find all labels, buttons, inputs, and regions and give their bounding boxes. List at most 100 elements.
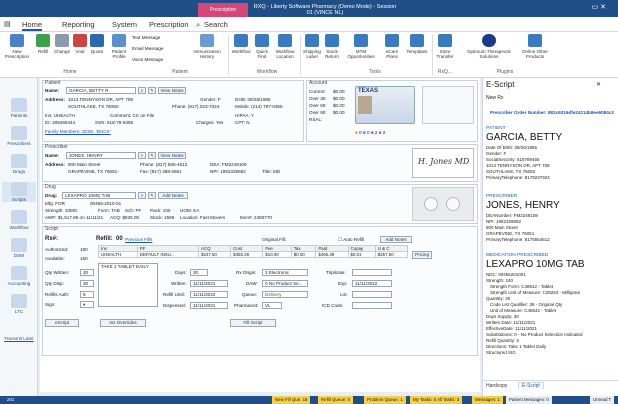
templates-button[interactable]: Templates: [404, 34, 430, 54]
voice-message-button[interactable]: Voice Message: [132, 57, 163, 62]
status-refill[interactable]: Refill Queue: 0: [318, 396, 354, 404]
nav-patients[interactable]: Patients: [2, 98, 36, 118]
transmit-later-link[interactable]: Transmit Later: [2, 336, 36, 341]
pill-icon: [11, 154, 27, 168]
workflow-button[interactable]: Workflow: [230, 34, 252, 54]
nav-ltc[interactable]: LTC: [2, 294, 36, 314]
ecare-plans-button[interactable]: eCare Plans: [381, 34, 403, 59]
patient-id: ID: 305465444: [45, 120, 76, 125]
immunization-history-button[interactable]: Immunization History: [190, 34, 224, 59]
nav-workflow[interactable]: Workflow: [2, 210, 36, 230]
status-patient-messages[interactable]: Patient Messages: 0: [506, 396, 552, 404]
change-button[interactable]: Change: [52, 34, 72, 54]
online-products-button[interactable]: Online Other Products: [520, 34, 550, 59]
script-add-notes-button[interactable]: Add Notes: [380, 236, 412, 243]
quote-button[interactable]: Quote: [88, 34, 106, 54]
email-message-button[interactable]: Email Message: [132, 46, 163, 51]
dsm-icon: [11, 238, 27, 252]
auto-refill-checkbox[interactable]: ☐ Auto Refill: [338, 237, 364, 243]
optimum-logo-icon: [482, 34, 496, 47]
previous-fills-link[interactable]: Previous Fills: [125, 237, 152, 242]
window-title: RXQ - Liberty Software Pharmacy (Demo Mo…: [253, 4, 397, 16]
table-row[interactable]: UHEALTH DEFAULT INSU... $247.50 $455.39 …: [98, 251, 409, 258]
status-unread[interactable]: Unread T: [590, 396, 615, 404]
family-members-link[interactable]: Family Members: JOSE, 'BUCK': [45, 129, 111, 134]
void-button[interactable]: Void: [72, 34, 88, 54]
qty-disp-input[interactable]: 30: [80, 280, 94, 287]
daw-select[interactable]: 0 No Product Se...: [262, 280, 308, 287]
drug-strength: Strength: 10MG: [45, 208, 78, 213]
prescriber-view-notes-button[interactable]: View Notes: [158, 152, 186, 159]
qty-written-input[interactable]: 30: [80, 269, 94, 276]
pharmacist-select[interactable]: VL: [262, 302, 282, 309]
patient-profile-button[interactable]: Patient Profile: [108, 34, 130, 59]
nav-accounting[interactable]: Accounting: [2, 266, 36, 286]
search-icon[interactable]: ⌕: [138, 192, 146, 199]
erx-med-line: Quantity: 30: [486, 296, 511, 301]
nav-dsm[interactable]: DSM: [2, 238, 36, 258]
refill-button[interactable]: Refill: [34, 34, 52, 54]
escript-button[interactable]: eScript: [45, 319, 79, 327]
dispensed-input[interactable]: 11/11/2021: [190, 302, 228, 309]
menu-reporting[interactable]: Reporting: [62, 20, 95, 29]
menu-search[interactable]: Search: [204, 20, 228, 29]
search-icon[interactable]: ⌕: [196, 20, 200, 30]
refill-until-input[interactable]: 11/11/2022: [190, 291, 228, 298]
written-label: Written:: [171, 281, 187, 286]
close-icon[interactable]: ✕: [596, 81, 601, 88]
erx-patient-line: 1013 TENNYSON DR, APT 708: [486, 163, 550, 168]
status-messages[interactable]: Messages: 1: [472, 396, 503, 404]
written-date-input[interactable]: 11/11/2021: [190, 280, 228, 287]
text-message-button[interactable]: Text Message: [132, 35, 160, 40]
sig-textarea[interactable]: TAKE 1 TABLET DAILY: [98, 263, 158, 307]
status-tasks[interactable]: My Tasks: 0 All Tasks: 3: [410, 396, 463, 404]
patient-name-input[interactable]: GARCIA, BETTY R: [66, 87, 136, 94]
edit-icon[interactable]: ✎: [148, 87, 156, 94]
patient-view-notes-button[interactable]: View Notes: [158, 87, 186, 94]
drug-input[interactable]: LEXAPRO 10MG TAB: [62, 192, 136, 199]
exp-input[interactable]: 11/11/2022: [352, 280, 392, 287]
refills-auth-input[interactable]: 5: [80, 291, 94, 298]
status-problem[interactable]: Problem Queue: 1: [364, 396, 406, 404]
queue-select[interactable]: Delivery: [262, 291, 308, 298]
tab-escript[interactable]: E-Script: [518, 382, 544, 389]
syringe-icon: [200, 34, 214, 47]
patient-ssn: SSN: 518-78-9455: [95, 120, 134, 125]
nav-scripts[interactable]: Scripts: [2, 182, 36, 202]
window-controls[interactable]: ▭ ✕: [592, 3, 606, 11]
context-tab-prescription[interactable]: Prescription: [198, 3, 248, 17]
erx-med-line: Strength: 240: [486, 278, 514, 283]
stock-return-button[interactable]: Stock Return: [323, 34, 341, 59]
lot-input[interactable]: [352, 291, 392, 298]
menu-home[interactable]: Home: [22, 20, 43, 31]
days-input[interactable]: 30: [190, 269, 208, 276]
optimum-button[interactable]: Optimum Therapeutic Solutions: [460, 34, 518, 59]
tab-hardcopy[interactable]: Hardcopy: [486, 383, 507, 389]
quick-find-button[interactable]: Quick Find: [253, 34, 271, 59]
icd-code-input[interactable]: [352, 302, 392, 309]
app-menu-icon[interactable]: ▤: [4, 20, 11, 28]
sign-select[interactable]: ▾: [80, 301, 94, 308]
erx-prescriber-line: NPI: 1952329682: [486, 219, 522, 224]
fill-script-button[interactable]: Fill Script: [230, 319, 276, 327]
status-new-fill[interactable]: New Fill Que: 18: [272, 396, 311, 404]
mtm-opportunities-button[interactable]: MTM Opportunities: [342, 34, 380, 59]
search-icon[interactable]: ⌕: [138, 152, 146, 159]
nav-prescribers[interactable]: Prescribers: [2, 126, 36, 146]
new-prescription-button[interactable]: New Prescription: [2, 34, 32, 59]
menu-system[interactable]: System: [112, 20, 137, 29]
edit-icon[interactable]: ✎: [148, 192, 156, 199]
store-transfer-button[interactable]: Store Transfer: [434, 34, 456, 59]
workflow-location-button[interactable]: Workflow Location: [272, 34, 298, 59]
search-icon[interactable]: ⌕: [138, 87, 146, 94]
edit-icon[interactable]: ✎: [148, 152, 156, 159]
drug-add-notes-button[interactable]: Add Notes: [158, 192, 188, 199]
prescriber-name-input[interactable]: JONES, HENRY: [66, 152, 136, 159]
nav-drugs[interactable]: Drugs: [2, 154, 36, 174]
menu-prescription[interactable]: Prescription: [149, 20, 189, 29]
rx-origin-select[interactable]: 3 Electronic: [262, 269, 308, 276]
shipping-label-button[interactable]: Shipping Label: [302, 34, 322, 59]
pricing-button[interactable]: Pricing: [412, 251, 432, 259]
triplicate-input[interactable]: [352, 269, 392, 276]
ins-overrides-button[interactable]: Ins Overrides: [100, 319, 146, 327]
